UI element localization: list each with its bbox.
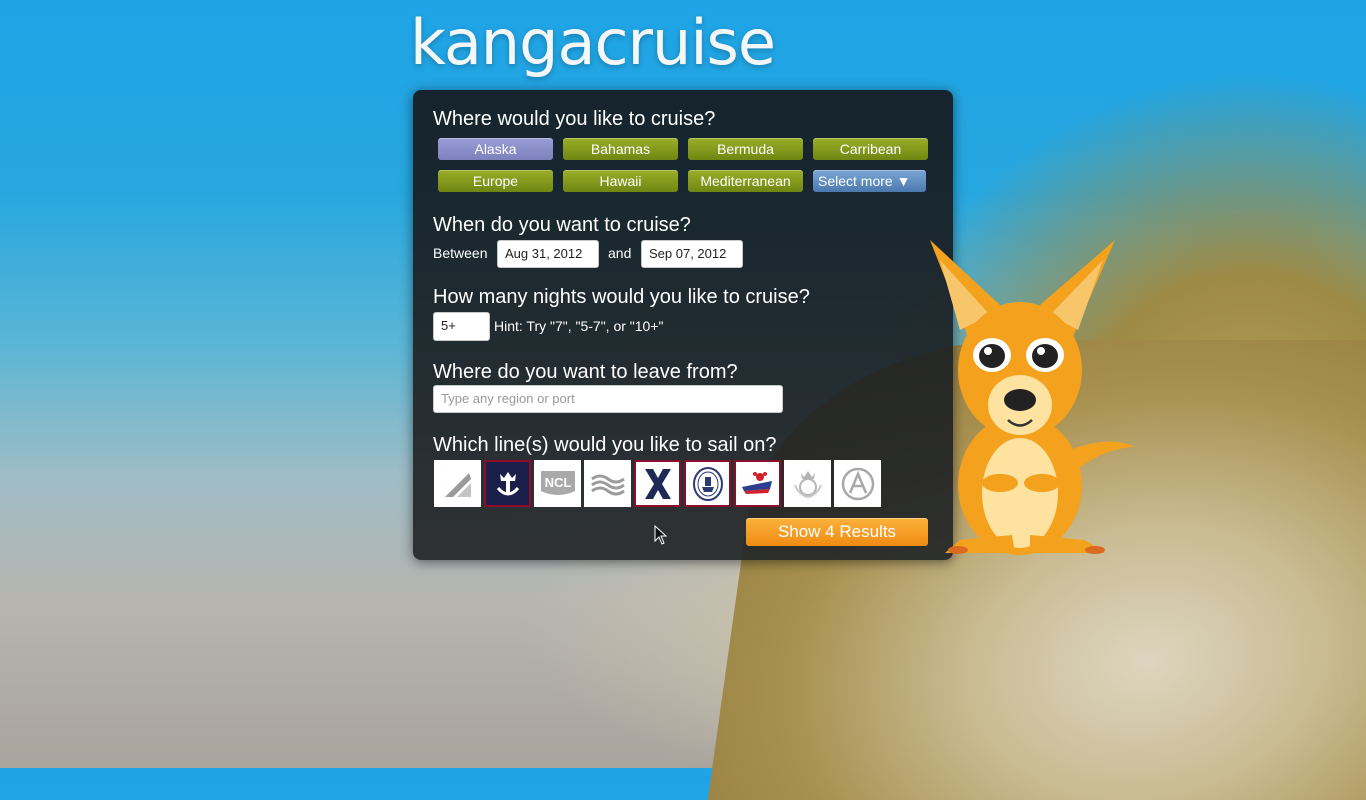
holland-america-logo-icon: [692, 466, 723, 501]
ncl-logo-icon: NCL: [540, 470, 575, 495]
cruise-lines-question: Which line(s) would you like to sail on?: [433, 434, 777, 456]
destination-option-carribean[interactable]: Carribean: [813, 138, 928, 160]
departure-port-input[interactable]: Type any region or port: [433, 385, 783, 413]
celebrity-logo-icon: [644, 468, 671, 499]
destination-option-hawaii[interactable]: Hawaii: [563, 170, 678, 192]
cruise-line-azamara[interactable]: [834, 460, 881, 507]
destination-option-mediterranean[interactable]: Mediterranean: [688, 170, 803, 192]
site-logo[interactable]: kangacruise: [410, 6, 776, 79]
cruise-line-cunard[interactable]: [784, 460, 831, 507]
destination-option-europe[interactable]: Europe: [438, 170, 553, 192]
destination-option-bermuda[interactable]: Bermuda: [688, 138, 803, 160]
kangaroo-mascot: [930, 240, 1135, 555]
disney-logo-icon: [741, 471, 772, 494]
start-date-input[interactable]: Aug 31, 2012: [497, 240, 599, 268]
cruise-line-holland-america[interactable]: [684, 460, 731, 507]
select-more-dropdown[interactable]: Select more ▼: [813, 170, 926, 192]
nights-input[interactable]: 5+: [433, 312, 490, 341]
show-results-button[interactable]: Show 4 Results: [746, 518, 928, 546]
cruise-line-carnival[interactable]: [434, 460, 481, 507]
mouse-cursor-icon: [654, 525, 668, 545]
azamara-logo-icon: [841, 467, 874, 500]
nights-hint: Hint: Try "7", "5-7", or "10+": [494, 318, 664, 334]
svg-text:NCL: NCL: [544, 475, 571, 490]
destination-question: Where would you like to cruise?: [433, 108, 716, 130]
royal-caribbean-logo-icon: [496, 471, 519, 495]
departure-question: Where do you want to leave from?: [433, 361, 738, 383]
cruise-line-royal-caribbean[interactable]: [484, 460, 531, 507]
between-label: Between: [433, 245, 488, 261]
cruise-line-disney[interactable]: [734, 460, 781, 507]
cruise-line-princess[interactable]: [584, 460, 631, 507]
princess-logo-icon: [590, 474, 625, 495]
dates-question: When do you want to cruise?: [433, 214, 691, 236]
nights-question: How many nights would you like to cruise…: [433, 286, 810, 308]
and-label: and: [608, 245, 632, 261]
cruise-line-celebrity[interactable]: [634, 460, 681, 507]
destination-option-bahamas[interactable]: Bahamas: [563, 138, 678, 160]
end-date-input[interactable]: Sep 07, 2012: [641, 240, 743, 268]
carnival-logo-icon: [444, 472, 471, 497]
search-panel: Where would you like to cruise? Alaska B…: [413, 90, 953, 560]
destination-option-alaska[interactable]: Alaska: [438, 138, 553, 160]
cunard-logo-icon: [793, 470, 822, 498]
cruise-line-ncl[interactable]: NCL: [534, 460, 581, 507]
